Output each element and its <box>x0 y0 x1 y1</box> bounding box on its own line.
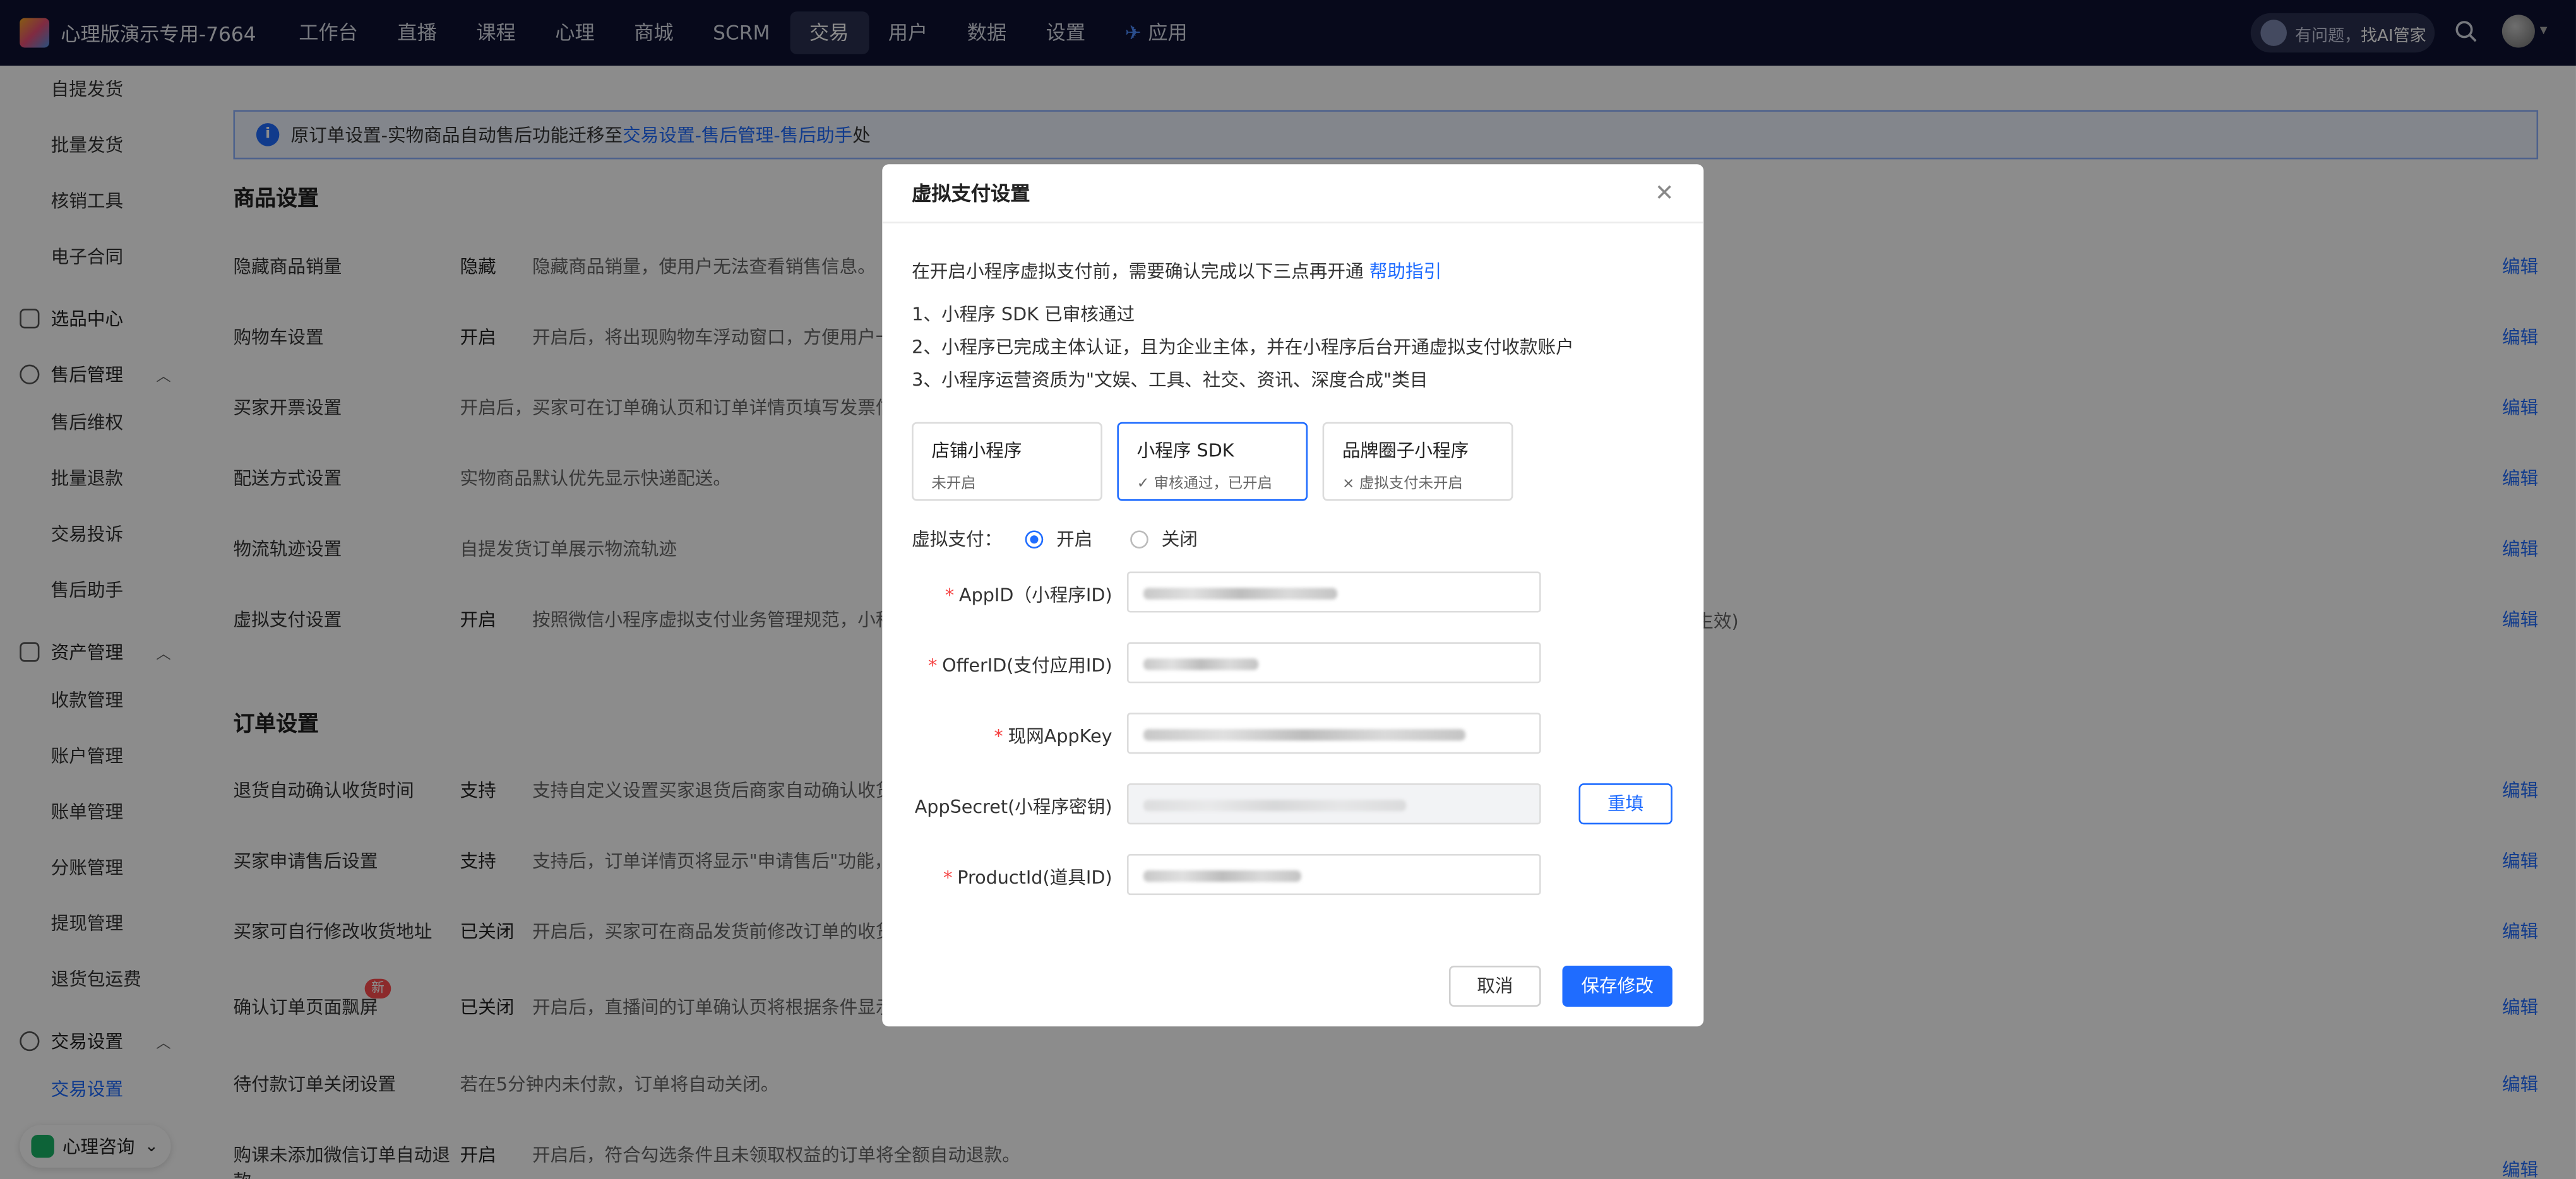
appsecret-label-text: AppSecret(小程序密钥) <box>914 796 1112 818</box>
appid-input[interactable] <box>1126 571 1541 613</box>
virtual-pay-modal: 虚拟支付设置 ✕ 在开启小程序虚拟支付前，需要确认完成以下三点再开通 帮助指引 … <box>882 164 1704 1027</box>
appsecret-label: AppSecret(小程序密钥) <box>915 793 1112 820</box>
card-title: 小程序 SDK <box>1136 440 1234 462</box>
appsecret-input <box>1126 783 1541 825</box>
refill-button[interactable]: 重填 <box>1578 783 1673 825</box>
appkey-input[interactable] <box>1126 713 1541 754</box>
save-button[interactable]: 保存修改 <box>1562 965 1673 1007</box>
radio-off-label: 关闭 <box>1161 528 1198 550</box>
offerid-input[interactable] <box>1126 642 1541 684</box>
intro-text: 在开启小程序虚拟支付前，需要确认完成以下三点再开通 <box>912 261 1369 283</box>
step-3: 3、小程序运营资质为"文娱、工具、社交、资讯、深度合成"类目 <box>912 369 1428 391</box>
miniprogram-cards: 店铺小程序 未开启 小程序 SDK ✓ 审核通过，已开启 品牌圈子小程序 × 虚… <box>912 422 1513 501</box>
radio-on[interactable]: 开启 <box>1025 526 1093 552</box>
appid-label-text: AppID（小程序ID) <box>958 584 1112 607</box>
card-status: ✓ 审核通过，已开启 <box>1136 476 1273 493</box>
radio-off[interactable]: 关闭 <box>1130 526 1198 552</box>
modal-header: 虚拟支付设置 <box>882 164 1704 223</box>
radio-off-dot <box>1130 530 1148 548</box>
close-icon[interactable]: ✕ <box>1655 181 1674 207</box>
modal-title: 虚拟支付设置 <box>912 182 1030 206</box>
offerid-label-text: OfferID(支付应用ID) <box>942 655 1112 677</box>
card-status: 未开启 <box>931 476 976 493</box>
offerid-label: * OfferID(支付应用ID) <box>928 655 1112 677</box>
productid-label: * ProductId(道具ID) <box>943 867 1112 889</box>
card-status: × 虚拟支付未开启 <box>1342 476 1463 493</box>
virtual-pay-label: 虚拟支付： <box>912 528 1003 550</box>
card-miniprogram-sdk[interactable]: 小程序 SDK ✓ 审核通过，已开启 <box>1117 422 1308 501</box>
radio-on-dot <box>1025 530 1044 548</box>
step-2: 2、小程序已完成主体认证，且为企业主体，并在小程序后台开通虚拟支付收款账户 <box>912 336 1574 358</box>
productid-input[interactable] <box>1126 854 1541 896</box>
step-1: 1、小程序 SDK 已审核通过 <box>912 304 1135 326</box>
card-shop-miniprogram[interactable]: 店铺小程序 未开启 <box>912 422 1102 501</box>
productid-label-text: ProductId(道具ID) <box>957 867 1112 889</box>
appkey-label-text: 现网AppKey <box>1008 726 1112 747</box>
modal-intro: 在开启小程序虚拟支付前，需要确认完成以下三点再开通 帮助指引 <box>912 258 1441 285</box>
appkey-label: * 现网AppKey <box>994 726 1112 747</box>
card-title: 品牌圈子小程序 <box>1342 440 1469 462</box>
help-link[interactable]: 帮助指引 <box>1369 261 1441 283</box>
appid-label: * AppID（小程序ID) <box>945 584 1112 607</box>
virtual-pay-toggle: 虚拟支付： 开启 关闭 <box>912 526 1198 552</box>
app-root: 心理版演示专用-7664 工作台 直播 课程 心理 商城 SCRM 交易 用户 … <box>0 0 2576 1179</box>
card-brand-circle-miniprogram[interactable]: 品牌圈子小程序 × 虚拟支付未开启 <box>1322 422 1513 501</box>
card-title: 店铺小程序 <box>931 440 1022 462</box>
radio-on-label: 开启 <box>1056 528 1093 550</box>
cancel-button[interactable]: 取消 <box>1448 965 1541 1007</box>
